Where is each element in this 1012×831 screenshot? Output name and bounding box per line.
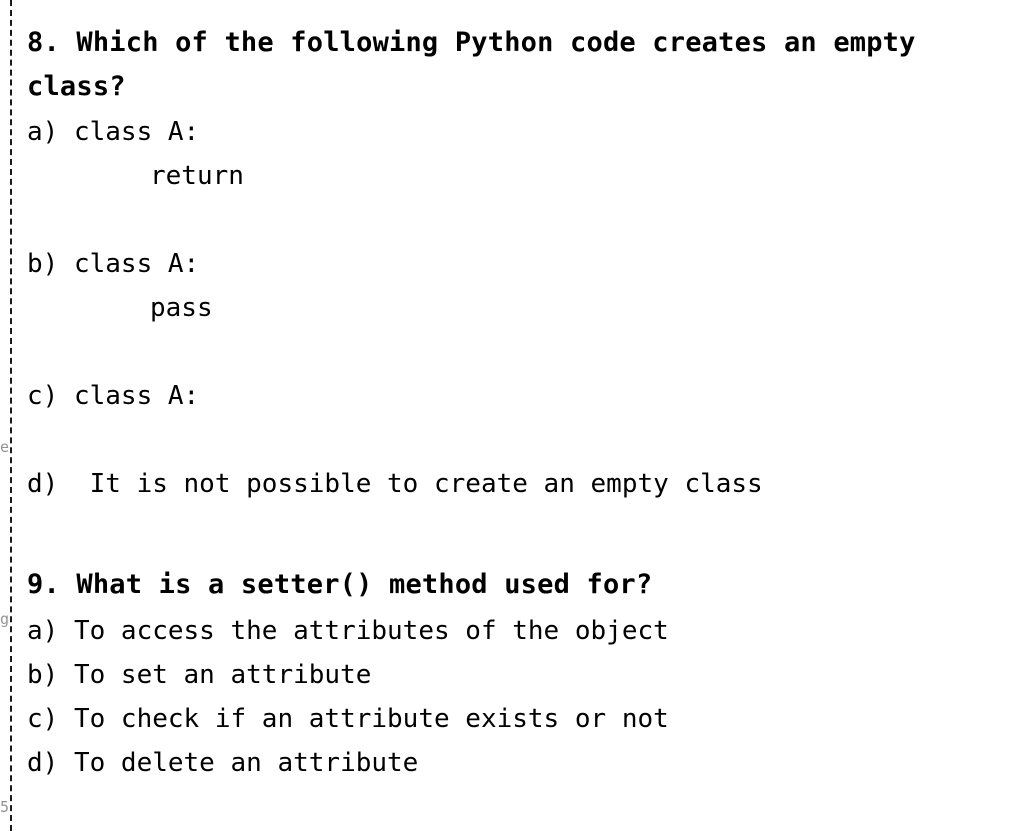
question-8-option-a-code: return — [150, 161, 244, 191]
question-8-option-a[interactable]: a) class A: — [27, 110, 1002, 154]
question-8-option-d[interactable]: d) It is not possible to create an empty… — [27, 462, 1002, 506]
option-gap — [27, 418, 1002, 462]
question-8-option-c[interactable]: c) class A: — [27, 374, 1002, 418]
option-gap — [27, 330, 1002, 374]
question-9-heading-block: 9. What is a setter() method used for? — [27, 563, 1002, 607]
edge-bleed-fragment-1: e — [0, 440, 9, 455]
question-8-options: a) class A: return b) class A: pass c) c… — [27, 110, 1002, 506]
left-margin-dashed-rule — [10, 0, 12, 831]
question-8-option-b-code: pass — [150, 293, 213, 323]
question-8-heading-block: 8. Which of the following Python code cr… — [27, 21, 1002, 109]
page-content: 8. Which of the following Python code cr… — [27, 0, 1002, 831]
question-9-option-a[interactable]: a) To access the attributes of the objec… — [27, 609, 1002, 653]
question-9-option-d[interactable]: d) To delete an attribute — [27, 741, 1002, 785]
question-8-option-b[interactable]: b) class A: — [27, 242, 1002, 286]
option-gap — [27, 198, 1002, 242]
question-9-option-c[interactable]: c) To check if an attribute exists or no… — [27, 697, 1002, 741]
edge-bleed-fragment-2: g — [0, 612, 9, 627]
edge-bleed-fragment-3: 5 — [0, 800, 9, 815]
exam-page: e g 5 8. Which of the following Python c… — [0, 0, 1012, 831]
question-9-heading: 9. What is a setter() method used for? — [27, 569, 653, 600]
question-8-heading: 8. Which of the following Python code cr… — [27, 27, 933, 102]
question-9-option-b[interactable]: b) To set an attribute — [27, 653, 1002, 697]
question-9-options: a) To access the attributes of the objec… — [27, 609, 1002, 785]
